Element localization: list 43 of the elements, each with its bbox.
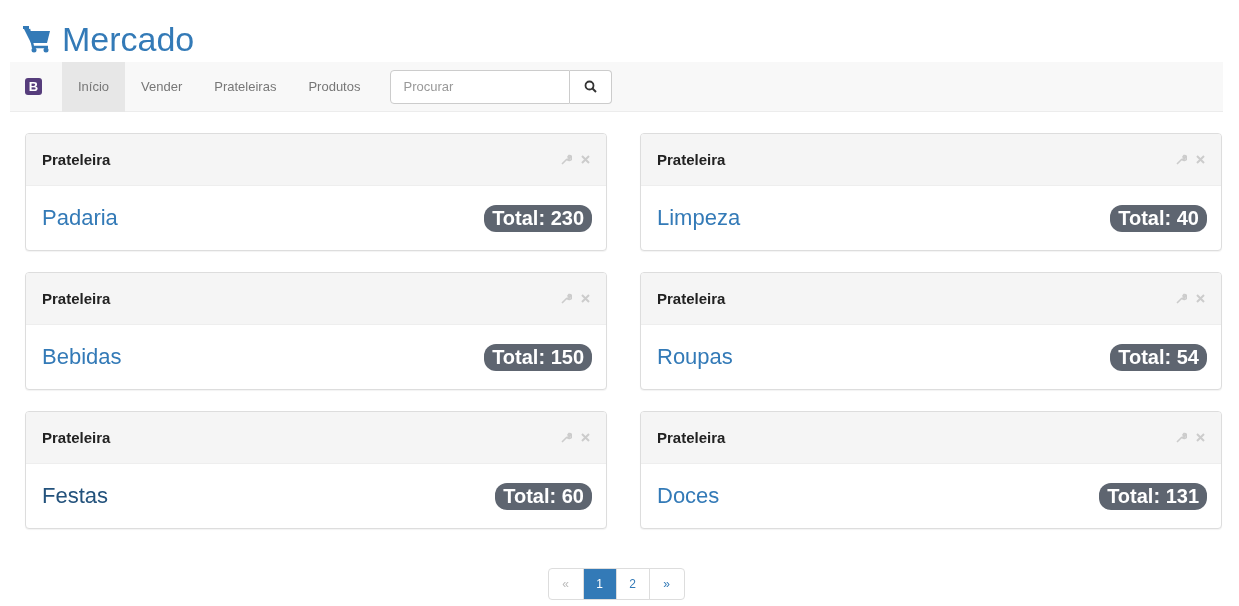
- wrench-icon[interactable]: [561, 432, 572, 443]
- nav-link[interactable]: Vender: [125, 61, 199, 112]
- close-icon[interactable]: [1196, 294, 1205, 303]
- shelf-link[interactable]: Padaria: [42, 205, 118, 231]
- wrench-icon[interactable]: [561, 154, 572, 165]
- total-badge: Total: 40: [1110, 204, 1207, 232]
- nav-link[interactable]: Prateleiras: [198, 61, 293, 112]
- total-badge: Total: 60: [495, 482, 592, 510]
- search-icon: [584, 80, 598, 93]
- total-badge: Total: 230: [484, 204, 592, 232]
- page-link[interactable]: 1: [582, 568, 617, 600]
- close-icon[interactable]: [581, 294, 590, 303]
- app-title: Mercado: [62, 19, 195, 59]
- shelf-link[interactable]: Bebidas: [42, 344, 122, 370]
- total-badge: Total: 54: [1110, 343, 1207, 371]
- brand-logo[interactable]: B: [25, 78, 42, 95]
- card-heading: Prateleira: [42, 290, 111, 307]
- shelf-link[interactable]: Festas: [42, 483, 109, 509]
- page-link[interactable]: 2: [615, 568, 650, 600]
- nav-link[interactable]: Início: [62, 61, 126, 112]
- shelf-link[interactable]: Limpeza: [657, 205, 741, 231]
- wrench-icon[interactable]: [1176, 154, 1187, 165]
- close-icon[interactable]: [581, 155, 590, 164]
- total-badge: Total: 150: [484, 343, 592, 371]
- wrench-icon[interactable]: [1176, 293, 1187, 304]
- close-icon[interactable]: [1196, 155, 1205, 164]
- card-heading: Prateleira: [657, 429, 726, 446]
- card-heading: Prateleira: [657, 290, 726, 307]
- card-heading: Prateleira: [42, 151, 111, 168]
- wrench-icon[interactable]: [1176, 432, 1187, 443]
- search-field[interactable]: Procurar: [390, 69, 571, 104]
- close-icon[interactable]: [1196, 433, 1205, 442]
- shelf-link[interactable]: Roupas: [657, 344, 733, 370]
- wrench-icon[interactable]: [561, 293, 572, 304]
- total-badge: Total: 131: [1099, 482, 1207, 510]
- search-button[interactable]: [570, 69, 613, 104]
- shelf-link[interactable]: Doces: [657, 483, 720, 509]
- nav-link[interactable]: Produtos: [292, 61, 377, 112]
- close-icon[interactable]: [581, 433, 590, 442]
- card-heading: Prateleira: [657, 151, 726, 168]
- page-link[interactable]: »: [648, 568, 685, 600]
- cart-icon: [22, 24, 52, 54]
- card-heading: Prateleira: [42, 429, 111, 446]
